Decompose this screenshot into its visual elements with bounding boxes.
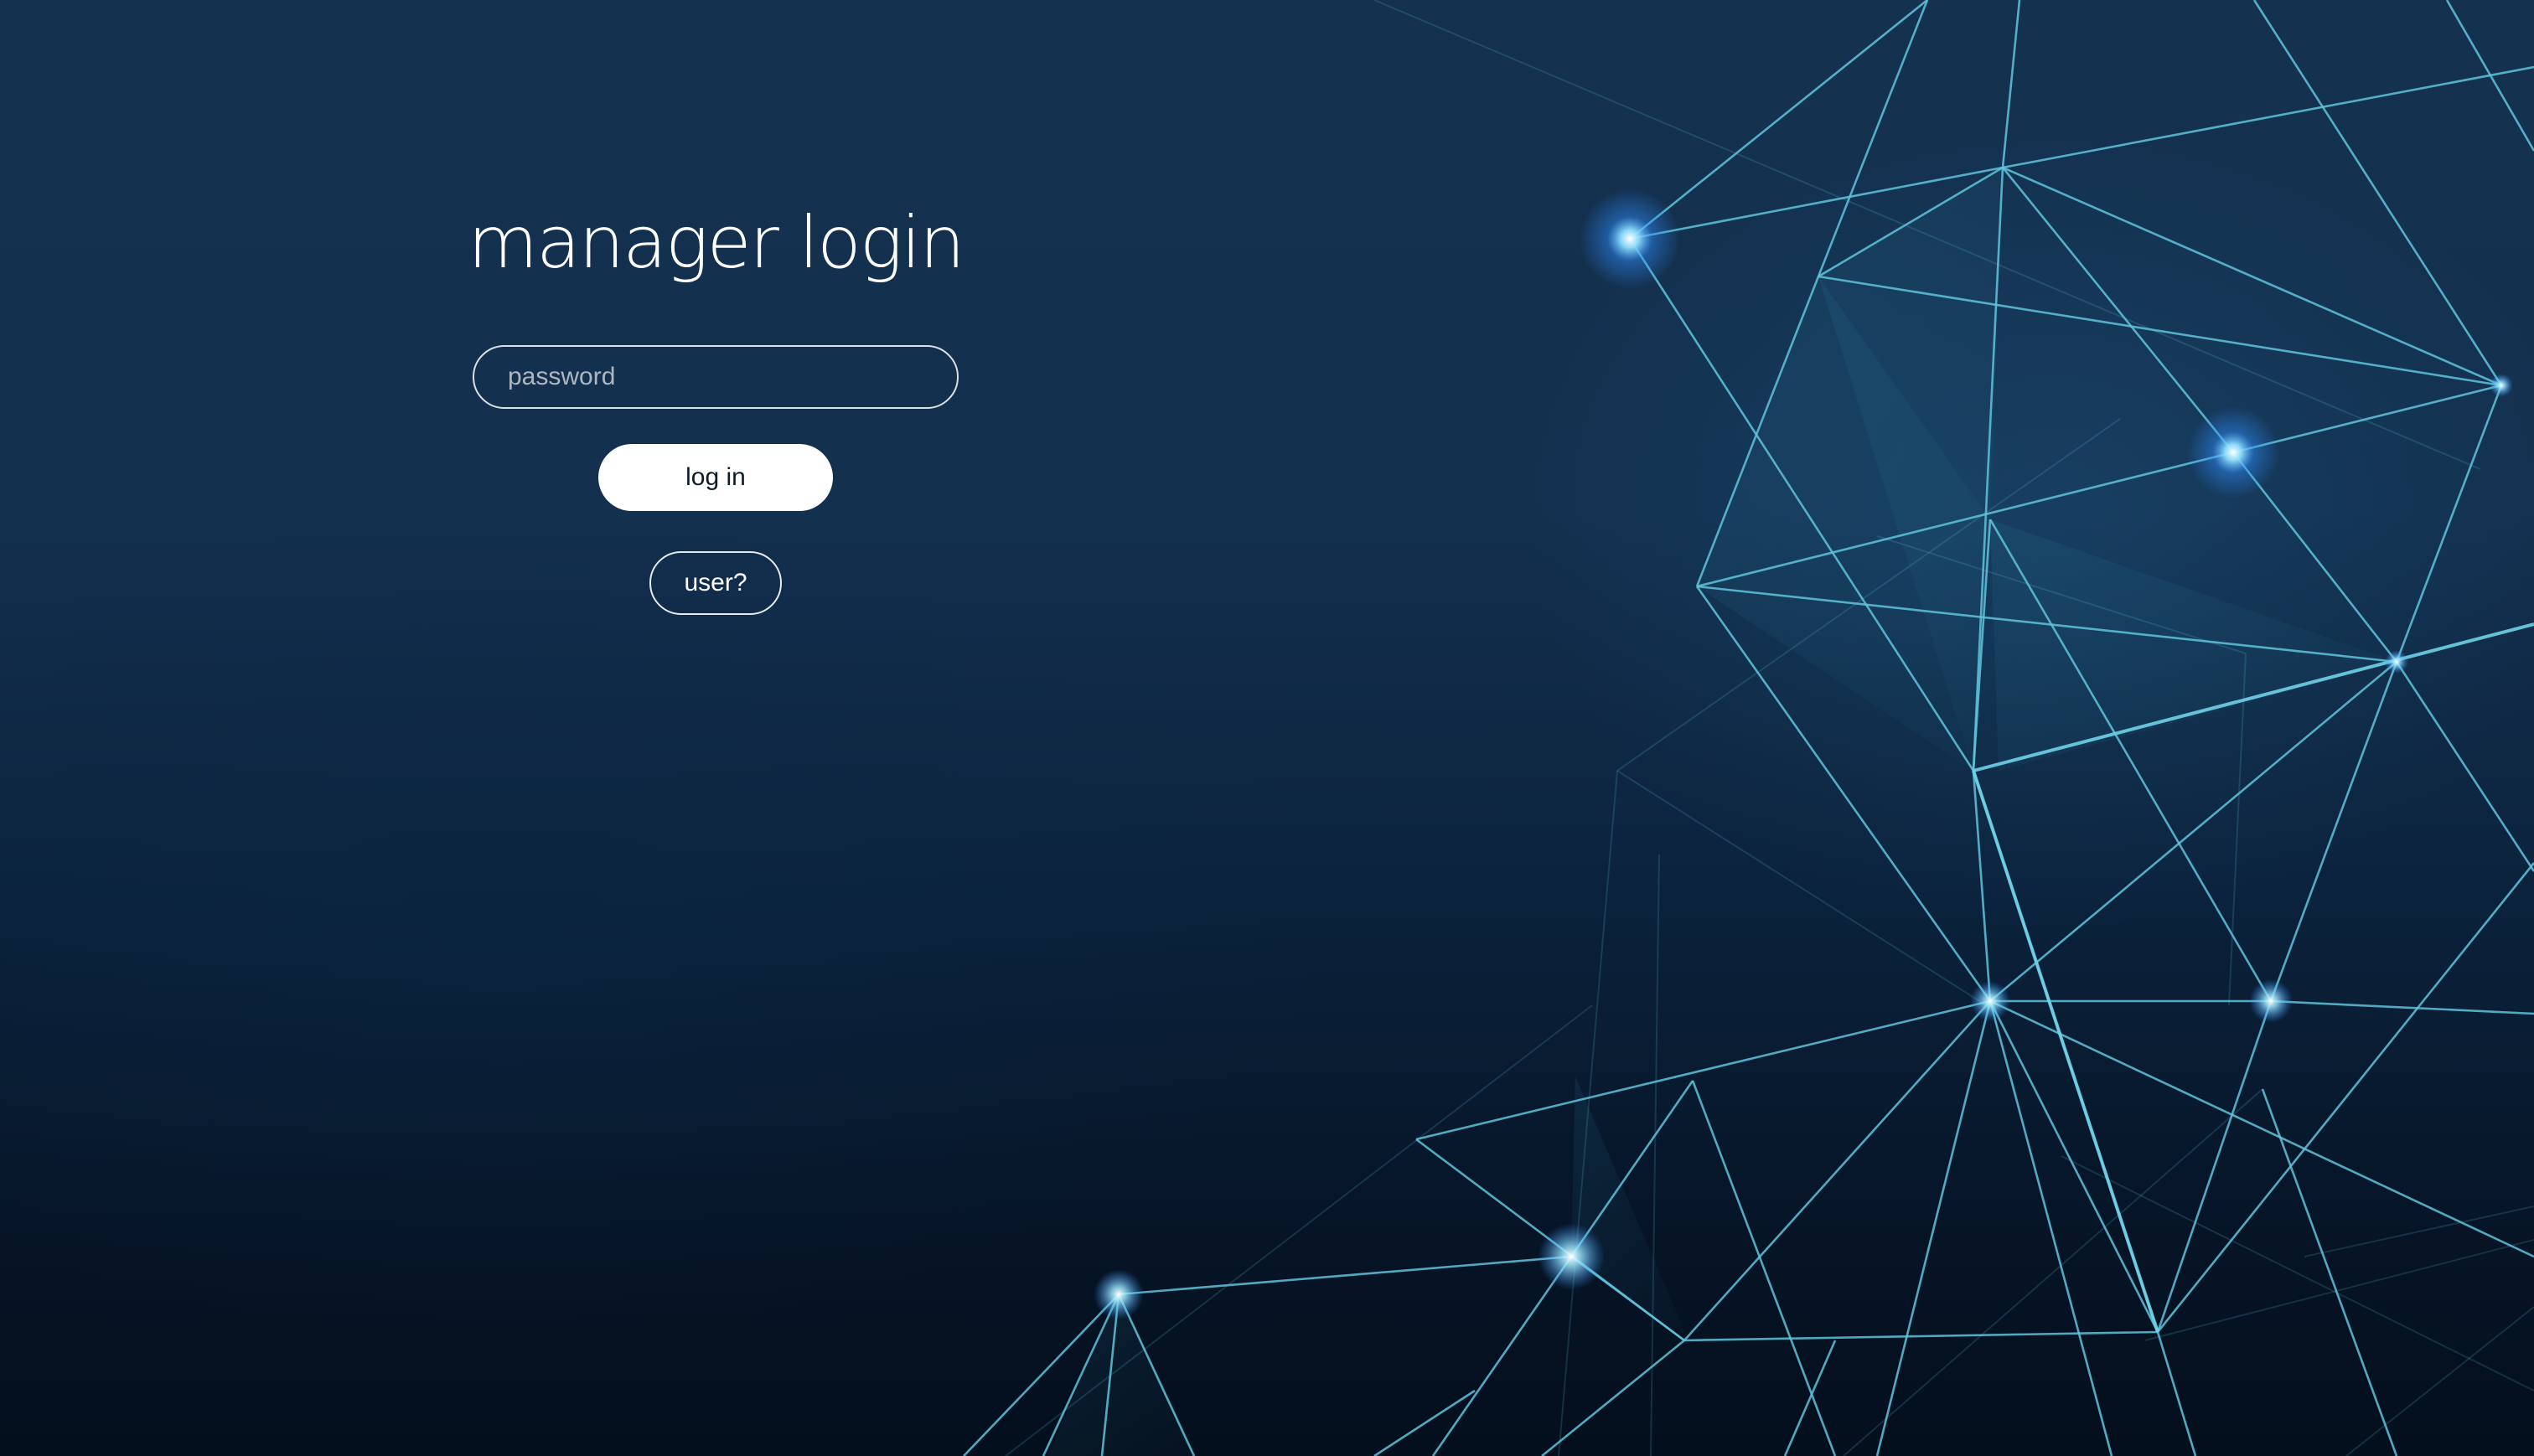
node-glow-large [1580,188,1680,289]
network-lines [963,0,2534,1456]
login-button[interactable]: log in [598,444,833,511]
node-glow-small [1970,981,2010,1021]
node-glow-small [1094,1269,1144,1319]
node-glow-medium [1538,1223,1605,1290]
page-title: manager login [468,201,964,285]
password-input[interactable] [473,345,959,409]
node-glow-large [2187,406,2279,498]
node-glow-small [2490,374,2513,397]
network-faint-lines [1005,0,2534,1456]
network-facets [1047,168,2397,1456]
login-panel: manager login log in user? [468,184,965,615]
user-switch-button[interactable]: user? [649,551,782,615]
node-glow-small [2385,650,2408,674]
node-glow-small [2249,979,2293,1023]
network-background-graphic [963,0,2534,1456]
